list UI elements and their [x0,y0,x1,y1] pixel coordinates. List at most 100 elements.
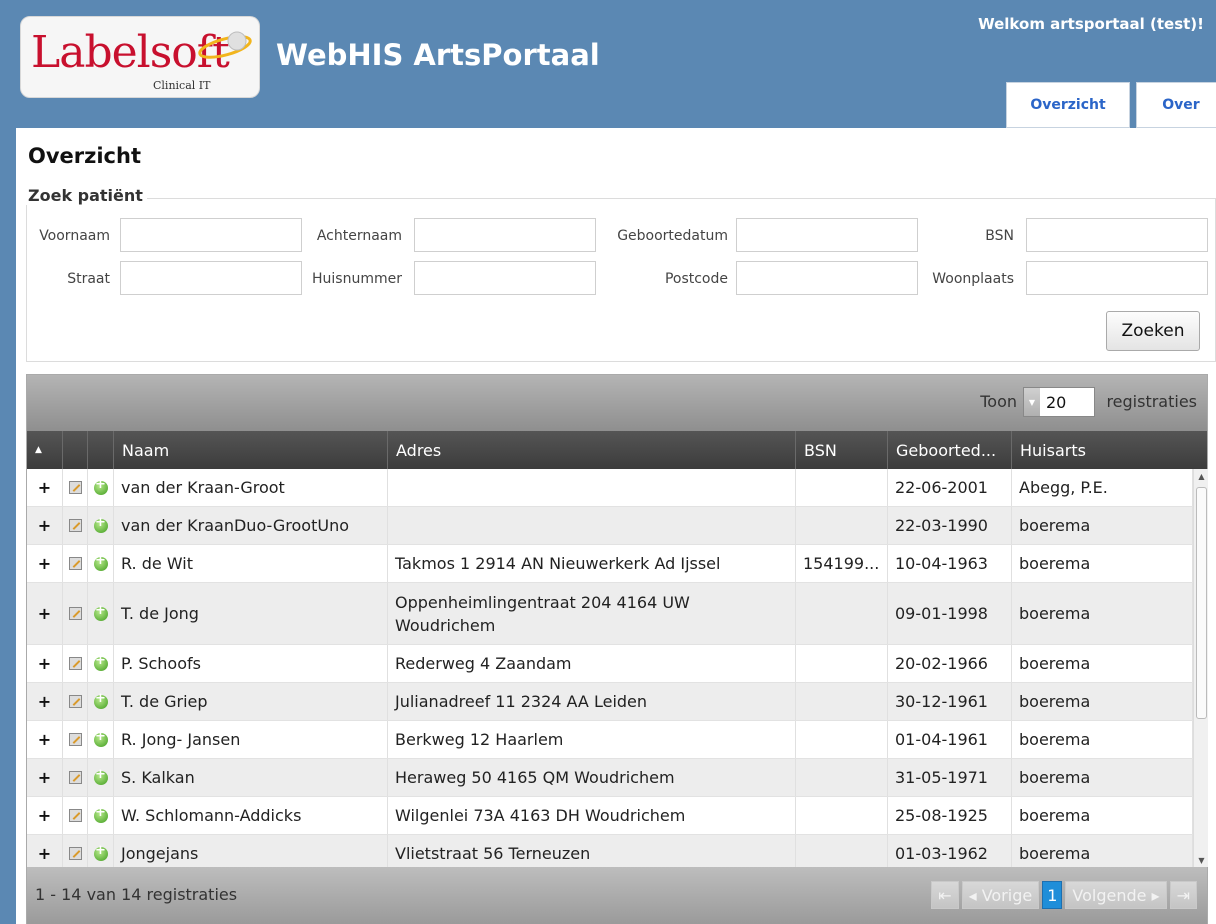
geboortedatum-input[interactable] [736,218,918,252]
add-circle-icon[interactable] [93,653,108,671]
table-row[interactable]: + JongejansVlietstraat 56 Terneuzen 01-03-… [27,835,1193,867]
edit-cell[interactable] [63,797,88,834]
edit-cell[interactable] [63,583,88,644]
header-geboortedatum[interactable]: Geboorted... [888,431,1012,469]
grid-toolbar: Toon ▼ 20 registraties [27,375,1207,431]
add-cell[interactable] [88,645,114,682]
add-cell[interactable] [88,797,114,834]
header-bsn[interactable]: BSN [796,431,888,469]
table-row[interactable]: + S. KalkanHeraweg 50 4165 QM Woudrichem 3… [27,759,1193,797]
page-title: Overzicht [28,144,141,168]
cell-huisarts: boerema [1012,683,1193,720]
edit-icon[interactable] [68,557,82,570]
zoeken-button[interactable]: Zoeken [1106,311,1200,351]
first-page-icon[interactable]: ⇤ [931,881,959,909]
woonplaats-input[interactable] [1026,261,1208,295]
edit-icon[interactable] [68,607,82,620]
add-cell[interactable] [88,835,114,867]
tab-overzicht[interactable]: Overzicht [1006,82,1130,128]
add-cell[interactable] [88,721,114,758]
edit-icon[interactable] [68,809,82,822]
huisnummer-input[interactable] [414,261,596,295]
edit-cell[interactable] [63,545,88,582]
cell-huisarts: boerema [1012,583,1193,644]
page-size-select[interactable]: ▼ 20 [1023,387,1095,417]
edit-cell[interactable] [63,683,88,720]
expand-row-icon[interactable]: + [27,721,63,758]
next-page-button[interactable]: Volgende ▸ [1065,881,1167,909]
table-row[interactable]: + P. SchoofsRederweg 4 Zaandam 20-02-1966b… [27,645,1193,683]
edit-icon[interactable] [68,771,82,784]
header-huisarts[interactable]: Huisarts [1012,431,1193,469]
edit-cell[interactable] [63,645,88,682]
expand-row-icon[interactable]: + [27,835,63,867]
cell-bsn [796,469,888,506]
add-cell[interactable] [88,545,114,582]
tab-over[interactable]: Over [1136,82,1216,128]
edit-cell[interactable] [63,835,88,867]
expand-row-icon[interactable]: + [27,469,63,506]
page-size-value: 20 [1046,392,1067,412]
add-cell[interactable] [88,683,114,720]
search-legend: Zoek patiënt [26,186,147,205]
table-row[interactable]: + R. de WitTakmos 1 2914 AN Nieuwerkerk A… [27,545,1193,583]
edit-cell[interactable] [63,759,88,796]
achternaam-input[interactable] [414,218,596,252]
edit-icon[interactable] [68,847,82,860]
postcode-input[interactable] [736,261,918,295]
edit-cell[interactable] [63,469,88,506]
cell-naam: P. Schoofs [114,645,388,682]
header-adres[interactable]: Adres [388,431,796,469]
add-cell[interactable] [88,469,114,506]
expand-row-icon[interactable]: + [27,797,63,834]
edit-cell[interactable] [63,721,88,758]
edit-icon[interactable] [68,733,82,746]
table-row[interactable]: + R. Jong- JansenBerkweg 12 Haarlem 01-04-… [27,721,1193,759]
sort-up-icon[interactable]: ▲ [27,431,63,469]
voornaam-input[interactable] [120,218,302,252]
expand-row-icon[interactable]: + [27,759,63,796]
table-row[interactable]: + T. de GriepJulianadreef 11 2324 AA Leid… [27,683,1193,721]
expand-row-icon[interactable]: + [27,683,63,720]
add-circle-icon[interactable] [93,729,108,747]
prev-page-button[interactable]: ◂ Vorige [961,881,1040,909]
add-circle-icon[interactable] [93,843,108,861]
edit-cell[interactable] [63,507,88,544]
expand-row-icon[interactable]: + [27,645,63,682]
expand-row-icon[interactable]: + [27,545,63,582]
table-row[interactable]: + van der KraanDuo-GrootUno 22-03-1990boer… [27,507,1193,545]
straat-input[interactable] [120,261,302,295]
add-cell[interactable] [88,759,114,796]
add-cell[interactable] [88,583,114,644]
bsn-input[interactable] [1026,218,1208,252]
add-circle-icon[interactable] [93,603,108,621]
expand-row-icon[interactable]: + [27,583,63,644]
header-naam[interactable]: Naam [114,431,388,469]
logo-swirl-icon [198,31,252,59]
add-circle-icon[interactable] [93,767,108,785]
add-circle-icon[interactable] [93,805,108,823]
cell-geboortedatum: 10-04-1963 [888,545,1012,582]
current-page-button[interactable]: 1 [1042,881,1063,909]
add-cell[interactable] [88,507,114,544]
add-circle-icon[interactable] [93,691,108,709]
table-row[interactable]: + van der Kraan-Groot 22-06-2001Abegg, P.E… [27,469,1193,507]
add-circle-icon[interactable] [93,477,108,495]
last-page-icon[interactable]: ⇥ [1169,881,1197,909]
add-circle-icon[interactable] [93,553,108,571]
add-circle-icon[interactable] [93,515,108,533]
grid-scrollbar[interactable]: ▲ ▼ [1193,469,1208,867]
dropdown-arrow-icon[interactable]: ▼ [1024,388,1040,416]
edit-icon[interactable] [68,695,82,708]
registraties-label: registraties [1106,392,1197,411]
table-row[interactable]: + W. Schlomann-AddicksWilgenlei 73A 4163 … [27,797,1193,835]
scroll-down-icon[interactable]: ▼ [1194,853,1209,867]
edit-icon[interactable] [68,519,82,532]
edit-icon[interactable] [68,481,82,494]
scrollbar-thumb[interactable] [1196,487,1207,719]
table-row[interactable]: + T. de JongOppenheimlingentraat 204 4164… [27,583,1193,645]
expand-row-icon[interactable]: + [27,507,63,544]
scroll-up-icon[interactable]: ▲ [1194,469,1209,483]
cell-adres: Takmos 1 2914 AN Nieuwerkerk Ad Ijssel [388,545,796,582]
edit-icon[interactable] [68,657,82,670]
